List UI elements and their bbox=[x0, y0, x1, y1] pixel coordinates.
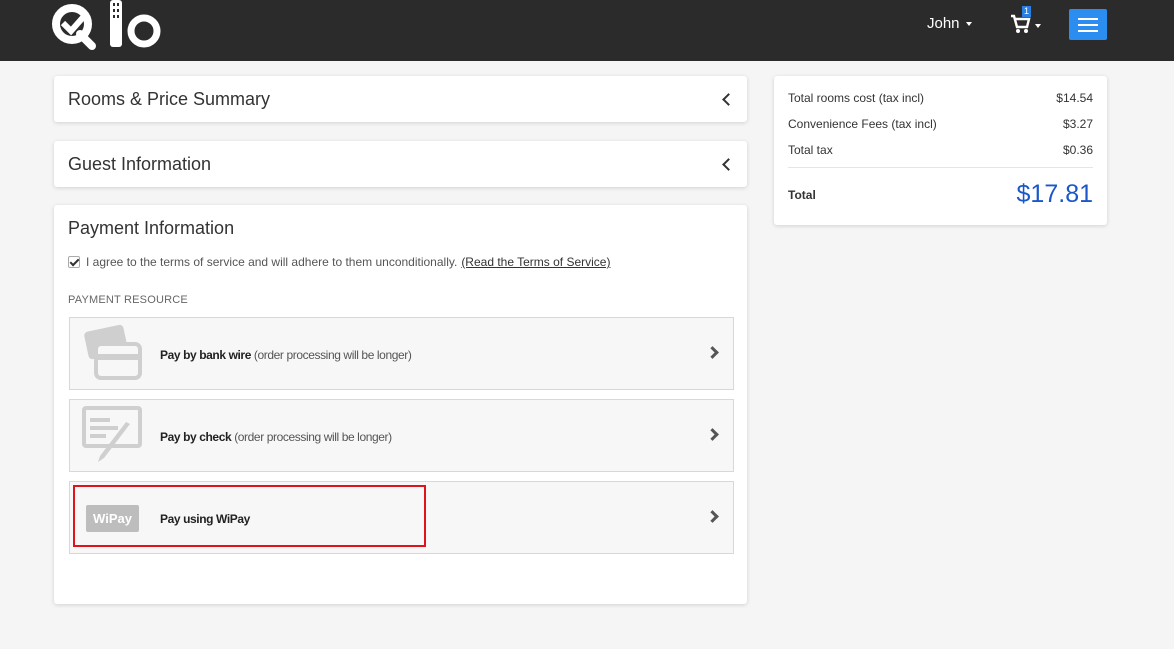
chevron-right-icon bbox=[706, 510, 719, 523]
rooms-summary-panel[interactable]: Rooms & Price Summary bbox=[54, 76, 747, 122]
pay-option-title: Pay by check bbox=[160, 430, 232, 444]
chevron-right-icon bbox=[706, 346, 719, 359]
summary-label: Convenience Fees (tax incl) bbox=[788, 117, 937, 131]
total-label: Total bbox=[788, 188, 816, 202]
cart-icon bbox=[1011, 14, 1031, 33]
summary-row: Convenience Fees (tax incl) $3.27 bbox=[788, 117, 1093, 131]
caret-down-icon bbox=[965, 22, 972, 27]
caret-down-icon bbox=[1035, 24, 1041, 28]
wipay-logo: WiPay bbox=[86, 505, 139, 532]
terms-text: I agree to the terms of service and will… bbox=[86, 255, 458, 269]
cart-count-badge: 1 bbox=[1022, 6, 1032, 17]
pay-check-option[interactable]: Pay by check (order processing will be l… bbox=[69, 399, 734, 472]
terms-agreement: I agree to the terms of service and will… bbox=[68, 255, 610, 269]
payment-resource-label: PAYMENT RESOURCE bbox=[68, 294, 188, 306]
pay-wipay-option[interactable]: WiPay Pay using WiPay bbox=[69, 481, 734, 554]
summary-row: Total rooms cost (tax incl) $14.54 bbox=[788, 91, 1093, 105]
pay-option-text: Pay using WiPay bbox=[160, 512, 250, 526]
summary-label: Total rooms cost (tax incl) bbox=[788, 91, 925, 105]
summary-row: Total tax $0.36 bbox=[788, 143, 1093, 157]
qlo-logo[interactable] bbox=[52, 0, 167, 52]
user-name: John bbox=[927, 15, 960, 32]
payment-info-panel: Payment Information I agree to the terms… bbox=[54, 205, 747, 604]
top-navbar: John 1 bbox=[0, 0, 1174, 61]
panel-title: Rooms & Price Summary bbox=[68, 89, 271, 109]
pay-option-note: (order processing will be longer) bbox=[234, 430, 392, 444]
chevron-left-icon[interactable] bbox=[722, 93, 735, 106]
panel-title: Guest Information bbox=[68, 154, 212, 174]
pay-option-text: Pay by bank wire (order processing will … bbox=[160, 348, 412, 362]
summary-value: $14.54 bbox=[1056, 91, 1093, 105]
cart-button[interactable]: 1 bbox=[1010, 6, 1044, 36]
credit-card-icon bbox=[84, 324, 142, 380]
guest-info-panel[interactable]: Guest Information bbox=[54, 141, 747, 187]
pay-option-note: (order processing will be longer) bbox=[253, 348, 412, 362]
menu-button[interactable] bbox=[1069, 9, 1107, 40]
user-dropdown[interactable]: John bbox=[927, 15, 972, 32]
order-summary-panel: Total rooms cost (tax incl) $14.54 Conve… bbox=[774, 76, 1107, 225]
chevron-left-icon[interactable] bbox=[722, 158, 735, 171]
divider bbox=[788, 167, 1093, 168]
summary-value: $0.36 bbox=[1062, 143, 1093, 157]
chevron-right-icon bbox=[706, 428, 719, 441]
pay-bank-wire-option[interactable]: Pay by bank wire (order processing will … bbox=[69, 317, 734, 390]
check-payment-icon bbox=[82, 406, 142, 462]
summary-value: $3.27 bbox=[1062, 117, 1093, 131]
panel-title: Payment Information bbox=[68, 218, 235, 238]
summary-label: Total tax bbox=[788, 143, 833, 157]
pay-option-title: Pay by bank wire bbox=[160, 348, 251, 362]
total-value: $17.81 bbox=[1016, 180, 1093, 208]
hamburger-icon bbox=[1078, 18, 1098, 20]
pay-option-text: Pay by check (order processing will be l… bbox=[160, 430, 392, 444]
terms-link[interactable]: (Read the Terms of Service) bbox=[461, 255, 610, 269]
terms-checkbox[interactable] bbox=[68, 256, 80, 268]
pay-option-title: Pay using WiPay bbox=[160, 512, 250, 526]
